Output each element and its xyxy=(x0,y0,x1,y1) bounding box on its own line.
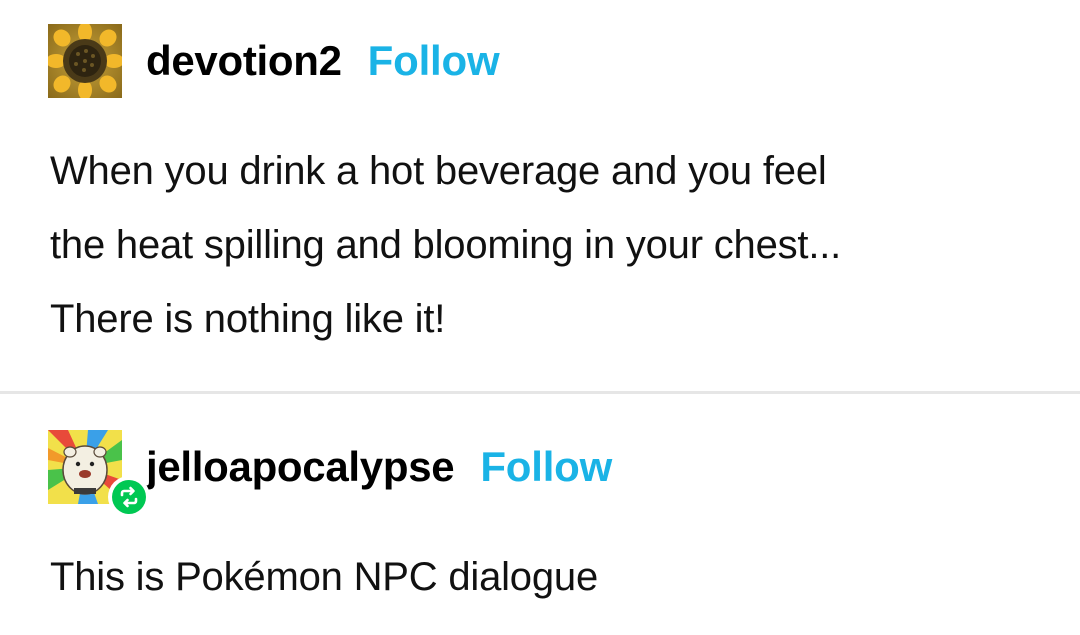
post-body-line: There is nothing like it! xyxy=(50,297,446,341)
sunflower-avatar-icon[interactable] xyxy=(48,24,122,98)
post-jelloapocalypse: jelloapocalypse Follow This is Pokémon N… xyxy=(0,394,1080,635)
username-devotion2[interactable]: devotion2 xyxy=(146,37,342,85)
post-body: When you drink a hot beverage and you fe… xyxy=(50,134,1040,356)
cartoon-character-avatar-icon[interactable] xyxy=(48,430,150,518)
reblog-badge xyxy=(108,476,150,518)
post-body: This is Pokémon NPC dialogue xyxy=(50,540,1040,614)
post-devotion2: devotion2 Follow When you drink a hot be… xyxy=(0,0,1080,392)
post-body-line: When you drink a hot beverage and you fe… xyxy=(50,149,827,193)
follow-button-jelloapocalypse[interactable]: Follow xyxy=(480,443,612,491)
post-body-line: This is Pokémon NPC dialogue xyxy=(50,555,598,599)
reblog-icon xyxy=(112,480,146,514)
post-header: devotion2 Follow xyxy=(48,24,500,98)
post-body-line: the heat spilling and blooming in your c… xyxy=(50,223,842,267)
follow-button-devotion2[interactable]: Follow xyxy=(368,37,500,85)
post-header: jelloapocalypse Follow xyxy=(48,430,612,518)
username-jelloapocalypse[interactable]: jelloapocalypse xyxy=(146,443,455,491)
